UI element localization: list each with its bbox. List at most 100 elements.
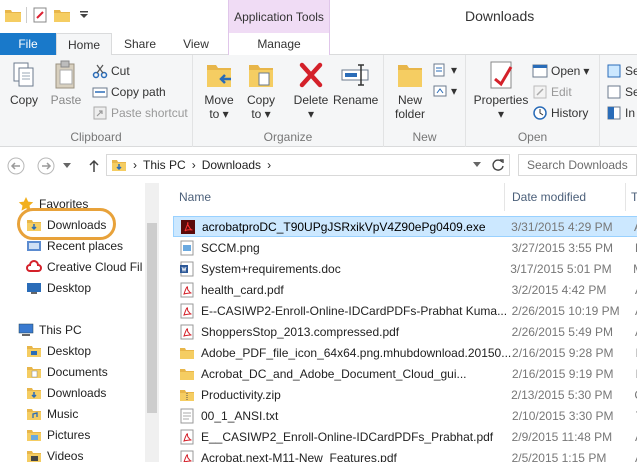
invert-selection-icon bbox=[607, 106, 621, 120]
context-tab-header: Application Tools bbox=[228, 0, 330, 33]
table-row[interactable]: Productivity.zip 2/13/2015 5:30 PM C bbox=[173, 384, 637, 405]
file-date: 2/16/2015 9:19 PM bbox=[512, 366, 614, 381]
refresh-button[interactable] bbox=[488, 155, 508, 175]
column-separator[interactable] bbox=[504, 183, 505, 211]
file-type: M bbox=[633, 262, 637, 276]
table-row[interactable]: health_card.pdf 3/2/2015 4:42 PM A bbox=[173, 279, 637, 300]
table-row[interactable]: Adobe_PDF_file_icon_64x64.png.mhubdownlo… bbox=[173, 342, 637, 363]
up-button[interactable] bbox=[84, 156, 104, 176]
paste-button[interactable]: Paste bbox=[48, 59, 84, 107]
file-date: 2/9/2015 11:48 PM bbox=[511, 429, 613, 444]
adobe-exe-icon bbox=[181, 219, 195, 234]
new-folder-icon[interactable] bbox=[53, 6, 71, 24]
open-button[interactable]: Open ▾ bbox=[532, 62, 589, 80]
address-bar[interactable]: › This PC › Downloads › bbox=[106, 154, 510, 176]
edit-button[interactable]: Edit bbox=[532, 83, 572, 101]
pdf-file-icon bbox=[180, 303, 194, 318]
desktop-icon bbox=[27, 282, 41, 294]
open-group: Properties ▾ Open ▾ Edit History Open bbox=[466, 55, 600, 147]
folder-icon[interactable] bbox=[4, 6, 22, 24]
history-icon bbox=[533, 106, 547, 120]
downloads-folder-icon bbox=[112, 160, 126, 171]
column-separator[interactable] bbox=[625, 183, 626, 211]
table-row[interactable]: E__CASIWP2_Enroll-Online-IDCardPDFs_Prab… bbox=[173, 426, 637, 447]
breadcrumb-downloads[interactable]: Downloads bbox=[202, 158, 261, 172]
table-row[interactable]: System+requirements.doc 3/17/2015 5:01 P… bbox=[173, 258, 637, 279]
delete-button[interactable]: Delete ▾ bbox=[291, 59, 331, 121]
file-name: Adobe_PDF_file_icon_64x64.png.mhubdownlo… bbox=[201, 345, 512, 360]
paste-shortcut-button[interactable]: Paste shortcut bbox=[92, 104, 188, 122]
breadcrumb-separator: › bbox=[191, 158, 196, 172]
table-row[interactable]: Acrobat.next-M11-New_Features.pdf 2/5/20… bbox=[173, 447, 637, 462]
nav-recent-places[interactable]: Recent places bbox=[26, 235, 123, 256]
tab-view[interactable]: View bbox=[168, 33, 224, 55]
nav-pc-music[interactable]: Music bbox=[26, 403, 78, 424]
copy-button[interactable]: Copy bbox=[6, 59, 42, 107]
nav-pc-desktop[interactable]: Desktop bbox=[26, 340, 91, 361]
properties-icon bbox=[490, 61, 513, 89]
nav-creative-cloud[interactable]: Creative Cloud Fil bbox=[26, 256, 142, 277]
file-date: 3/31/2015 4:29 PM bbox=[511, 219, 613, 234]
nav-pc-downloads[interactable]: Downloads bbox=[26, 382, 106, 403]
scrollbar-thumb[interactable] bbox=[147, 223, 157, 413]
easy-access-icon bbox=[433, 85, 447, 97]
table-row[interactable]: ShoppersStop_2013.compressed.pdf 2/26/20… bbox=[173, 321, 637, 342]
cut-button[interactable]: Cut bbox=[92, 62, 130, 80]
back-arrow-icon bbox=[7, 157, 25, 175]
nav-pc-pictures[interactable]: Pictures bbox=[26, 424, 90, 445]
zip-file-icon bbox=[180, 389, 194, 401]
tab-share[interactable]: Share bbox=[112, 33, 168, 55]
open-icon bbox=[532, 64, 548, 78]
address-dropdown-button[interactable] bbox=[470, 155, 484, 175]
breadcrumb-this-pc[interactable]: This PC bbox=[143, 158, 186, 172]
select-all-button[interactable]: Se bbox=[606, 62, 637, 80]
properties-icon[interactable] bbox=[31, 6, 49, 24]
new-item-icon bbox=[433, 63, 445, 77]
customize-qat-icon[interactable] bbox=[75, 6, 93, 24]
tab-manage[interactable]: Manage bbox=[228, 33, 330, 55]
new-folder-button[interactable]: New folder bbox=[390, 59, 430, 121]
nav-this-pc[interactable]: This PC bbox=[18, 319, 82, 340]
organize-group: Move to ▾ Copy to ▾ Delete ▾ Rename Orga… bbox=[193, 55, 384, 147]
properties-button[interactable]: Properties ▾ bbox=[472, 59, 530, 121]
file-name: health_card.pdf bbox=[201, 282, 284, 297]
easy-access-button[interactable]: ▾ bbox=[432, 82, 457, 100]
invert-selection-button[interactable]: In bbox=[606, 104, 635, 122]
history-button[interactable]: History bbox=[532, 104, 588, 122]
column-type[interactable]: T bbox=[631, 183, 637, 211]
select-none-button[interactable]: Se bbox=[606, 83, 637, 101]
nav-pc-videos[interactable]: Videos bbox=[26, 445, 83, 462]
nav-scrollbar[interactable] bbox=[145, 183, 159, 462]
file-name: E__CASIWP2_Enroll-Online-IDCardPDFs_Prab… bbox=[201, 429, 494, 444]
table-row[interactable]: E--CASIWP2-Enroll-Online-IDCardPDFs-Prab… bbox=[173, 300, 637, 321]
refresh-icon bbox=[492, 159, 504, 171]
table-row[interactable]: Acrobat_DC_and_Adobe_Document_Cloud_gui.… bbox=[173, 363, 637, 384]
tab-home[interactable]: Home bbox=[56, 33, 112, 56]
nav-desktop[interactable]: Desktop bbox=[26, 277, 91, 298]
forward-button[interactable] bbox=[36, 156, 56, 176]
rename-icon bbox=[341, 64, 369, 86]
search-input[interactable]: Search Downloads bbox=[518, 154, 637, 176]
file-name: ShoppersStop_2013.compressed.pdf bbox=[201, 324, 400, 339]
rename-button[interactable]: Rename bbox=[333, 59, 378, 107]
nav-pc-documents[interactable]: Documents bbox=[26, 361, 108, 382]
back-button[interactable] bbox=[6, 156, 26, 176]
column-name[interactable]: Name bbox=[179, 183, 211, 211]
pdf-file-icon bbox=[180, 429, 194, 444]
recent-locations-button[interactable] bbox=[60, 156, 74, 176]
table-row[interactable]: 00_1_ANSI.txt 2/10/2015 3:30 PM T bbox=[173, 405, 637, 426]
clipboard-group-label: Clipboard bbox=[70, 130, 122, 144]
file-date: 2/5/2015 1:15 PM bbox=[511, 450, 607, 462]
qat-separator bbox=[26, 7, 27, 23]
computer-icon bbox=[18, 323, 34, 336]
tab-file[interactable]: File bbox=[0, 33, 56, 55]
table-row[interactable]: SCCM.png 3/27/2015 3:55 PM P bbox=[173, 237, 637, 258]
move-to-button[interactable]: Move to ▾ bbox=[201, 59, 237, 121]
copy-to-button[interactable]: Copy to ▾ bbox=[243, 59, 279, 121]
column-date-modified[interactable]: Date modified bbox=[512, 183, 586, 211]
word-doc-icon bbox=[180, 261, 194, 276]
copy-path-button[interactable]: Copy path bbox=[92, 83, 166, 101]
new-item-button[interactable]: ▾ bbox=[432, 61, 457, 79]
copy-icon bbox=[13, 62, 34, 87]
table-row[interactable]: acrobatproDC_T90UPgJSRxikVpV4Z90ePg0409.… bbox=[173, 216, 637, 237]
